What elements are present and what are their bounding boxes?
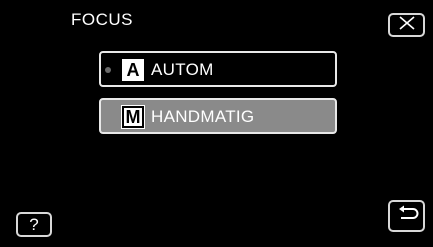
- focus-option-auto-label: AUTOM: [151, 60, 214, 79]
- close-icon: [397, 15, 417, 36]
- focus-menu-screen: FOCUS A AUTOM M HANDMATIG ?: [0, 0, 433, 247]
- menu-title: FOCUS: [71, 10, 133, 29]
- close-button[interactable]: [388, 13, 425, 37]
- manual-mode-icon: M: [121, 105, 145, 129]
- help-button[interactable]: ?: [16, 212, 52, 237]
- back-button[interactable]: [388, 200, 425, 232]
- return-arrow-icon: [395, 205, 419, 228]
- selection-indicator: [105, 67, 111, 73]
- auto-mode-icon: A: [122, 59, 144, 81]
- focus-option-manual[interactable]: M HANDMATIG: [99, 98, 337, 134]
- focus-option-auto[interactable]: A AUTOM: [99, 51, 337, 87]
- help-button-label: ?: [29, 214, 39, 234]
- focus-option-manual-label: HANDMATIG: [151, 107, 255, 126]
